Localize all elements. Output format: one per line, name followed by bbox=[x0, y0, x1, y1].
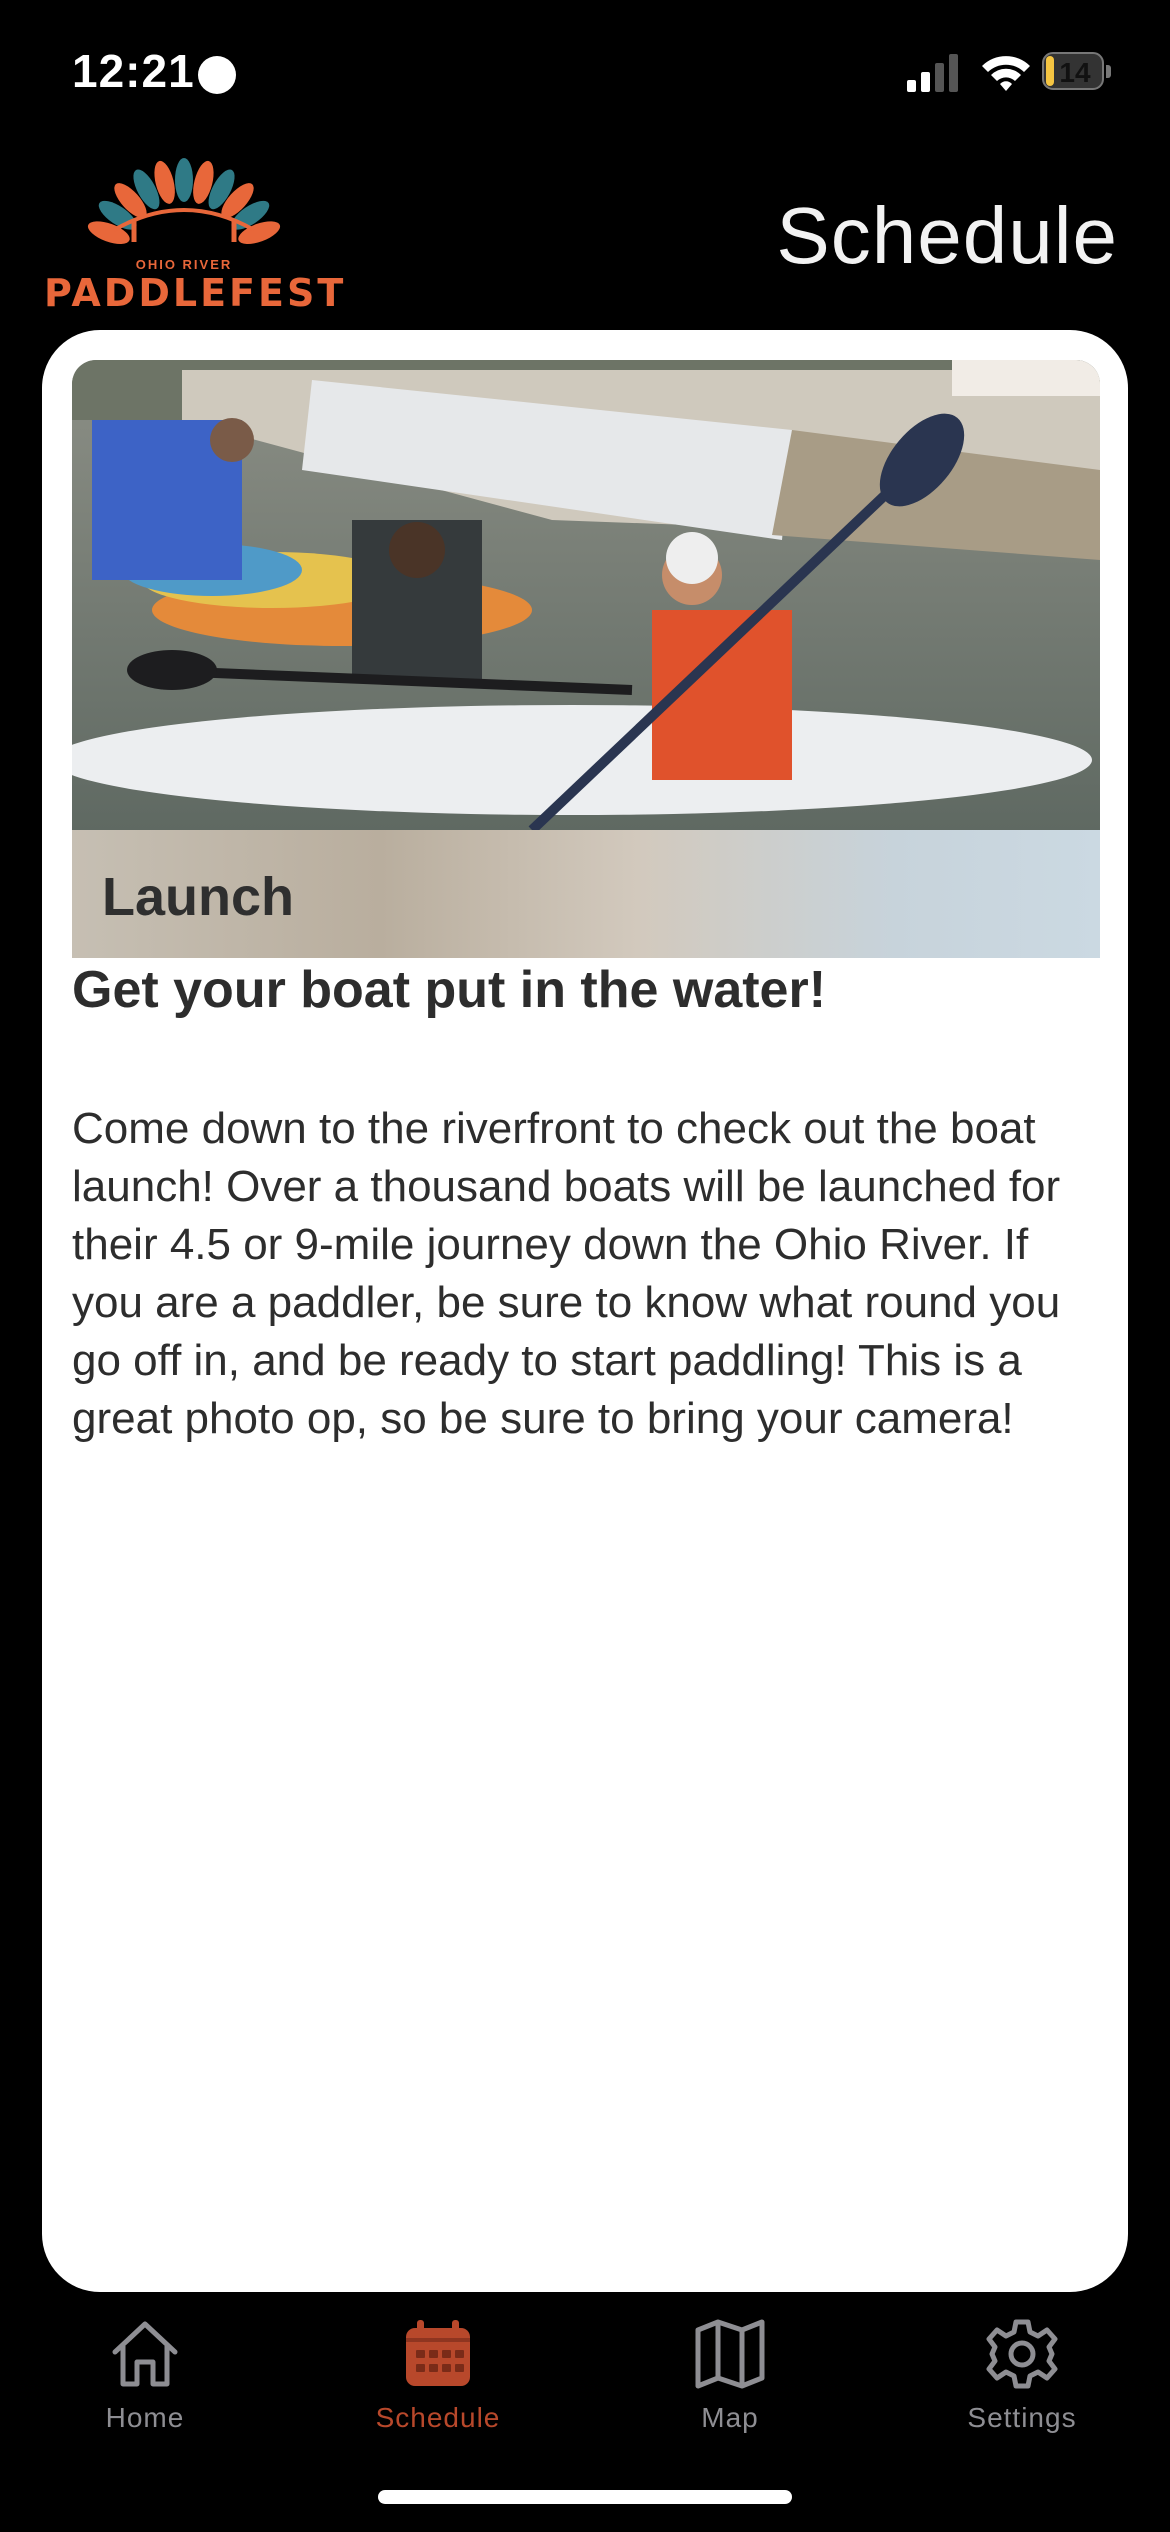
event-label: Launch bbox=[102, 867, 295, 927]
tab-schedule-label: Schedule bbox=[375, 2402, 501, 2433]
home-indicator[interactable] bbox=[378, 2490, 792, 2504]
tab-home-label: Home bbox=[105, 2402, 185, 2433]
event-hero-image bbox=[72, 360, 1100, 830]
status-bar: 12:21 14 bbox=[0, 0, 1170, 150]
paddlefest-logo: OHIO RIVER PADDLEFEST bbox=[44, 155, 347, 315]
cellular-signal-icon bbox=[907, 54, 958, 92]
wifi-icon bbox=[982, 56, 1030, 91]
tab-settings-label: Settings bbox=[967, 2402, 1077, 2433]
calendar-icon bbox=[406, 2320, 470, 2386]
event-label-band: Launch bbox=[72, 830, 1100, 958]
tab-map[interactable]: Map bbox=[630, 2300, 830, 2450]
tab-home[interactable]: Home bbox=[45, 2300, 245, 2450]
gear-icon bbox=[986, 2319, 1058, 2389]
home-icon bbox=[112, 2321, 178, 2387]
logo-subtext: OHIO RIVER bbox=[135, 257, 233, 272]
tab-map-label: Map bbox=[701, 2402, 759, 2433]
logo-sunburst-icon bbox=[87, 158, 281, 244]
status-time: 12:21 bbox=[72, 45, 195, 97]
page-title: Schedule bbox=[776, 191, 1118, 280]
event-description: Come down to the riverfront to check out… bbox=[72, 1104, 1061, 1443]
tab-bar: Home Schedule Map Settings bbox=[0, 2300, 1170, 2460]
tab-schedule[interactable]: Schedule bbox=[338, 2300, 538, 2450]
logo-text: PADDLEFEST bbox=[44, 271, 347, 315]
event-title: Get your boat put in the water! bbox=[72, 961, 827, 1019]
map-icon bbox=[695, 2319, 765, 2389]
event-card: Launch Get your boat put in the water! C… bbox=[42, 330, 1128, 2292]
tab-settings[interactable]: Settings bbox=[922, 2300, 1122, 2450]
battery-level: 14 bbox=[1059, 57, 1091, 88]
battery-icon: 14 bbox=[1042, 52, 1112, 92]
focus-indicator-icon bbox=[198, 56, 236, 94]
